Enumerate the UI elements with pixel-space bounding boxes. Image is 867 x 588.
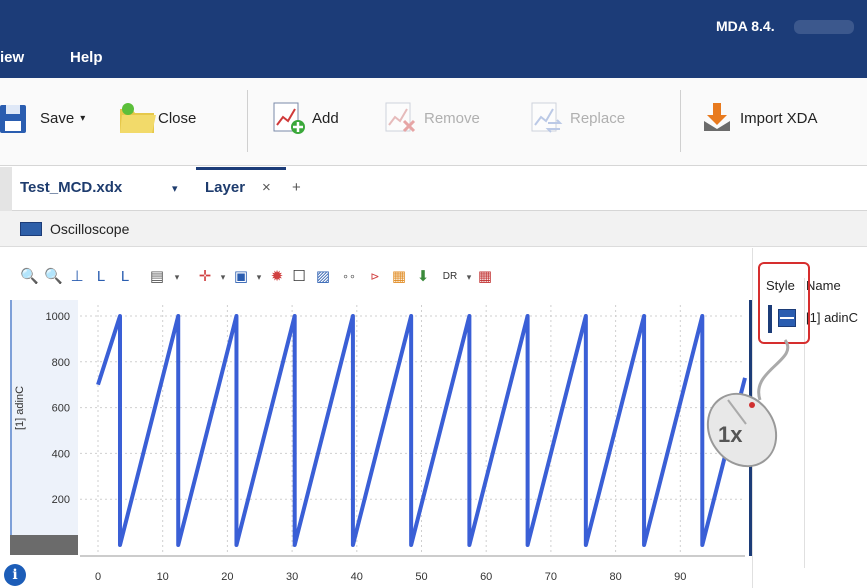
y-tick-label: 800 <box>52 357 70 369</box>
info-icon[interactable]: i <box>4 564 26 586</box>
x-tick-label: 50 <box>415 571 427 583</box>
x-tick-label: 10 <box>157 571 169 583</box>
x-tick-label: 70 <box>545 571 557 583</box>
x-tick-label: 40 <box>351 571 363 583</box>
y-tick-label: 200 <box>52 494 70 506</box>
x-tick-label: 80 <box>609 571 621 583</box>
y-tick-label: 400 <box>52 448 70 460</box>
oscilloscope-chart: 0 10 20 30 40 50 60 70 80 90 200 400 600 800 1000 <box>46 305 747 583</box>
channel-name[interactable]: [1] adinC <box>806 310 858 325</box>
y-tick-label: 600 <box>52 403 70 415</box>
x-tick-label: 60 <box>480 571 492 583</box>
name-column-header[interactable]: Name <box>806 278 841 293</box>
x-tick-label: 0 <box>95 571 101 583</box>
mouse-click-count: 1x <box>718 422 743 447</box>
mouse-click-hint: 1x <box>706 339 790 468</box>
y-tick-label: 1000 <box>46 311 70 323</box>
x-tick-label: 30 <box>286 571 298 583</box>
x-tick-label: 90 <box>674 571 686 583</box>
x-tick-label: 20 <box>221 571 233 583</box>
